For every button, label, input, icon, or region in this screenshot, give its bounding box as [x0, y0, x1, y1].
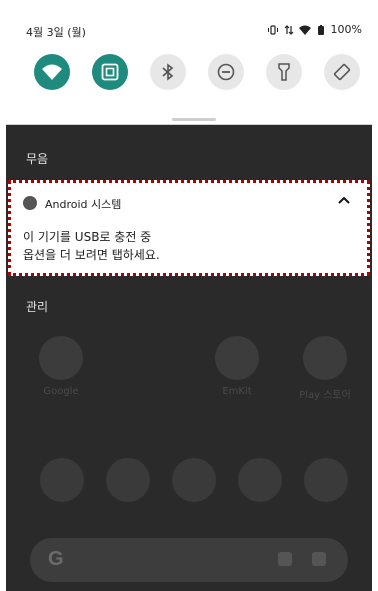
panel-drag-handle[interactable] [172, 118, 216, 121]
notification-text: 옵션을 더 보려면 탭하세요. [23, 248, 160, 262]
nfc-icon [101, 63, 119, 81]
status-icons: 100% [267, 23, 362, 36]
section-manage-label: 관리 [26, 300, 49, 314]
tile-dnd[interactable] [208, 54, 244, 90]
app-label: Play 스토어 [299, 390, 351, 401]
vibrate-icon [267, 24, 278, 35]
notification-title: 이 기기를 USB로 충전 중 [23, 230, 152, 244]
usb-charging-notification[interactable]: Android 시스템 이 기기를 USB로 충전 중 옵션을 더 보려면 탭하… [8, 180, 370, 276]
android-system-icon [23, 196, 37, 210]
google-folder-icon [39, 336, 83, 380]
data-arrows-icon [284, 24, 293, 35]
app-emkit[interactable]: EmKit [202, 336, 272, 397]
tile-auto-rotate[interactable] [324, 54, 360, 90]
quick-settings-panel: 4월 3일 (월) 100% [6, 6, 372, 125]
emkit-icon [215, 336, 259, 380]
chevron-up-icon[interactable] [337, 195, 351, 205]
app-play-store[interactable]: Play 스토어 [290, 336, 360, 401]
tile-flashlight[interactable] [266, 54, 302, 90]
chrome-icon[interactable] [304, 458, 348, 502]
screen: 4월 3일 (월) 100% 무음 Android 시스템 이 기기를 USB로… [6, 6, 372, 591]
messages-icon[interactable] [106, 458, 150, 502]
contacts-icon[interactable] [238, 458, 282, 502]
status-date: 4월 3일 (월) [26, 26, 86, 39]
google-g-icon: G [48, 548, 64, 570]
lens-icon[interactable] [312, 552, 326, 566]
rotate-icon [333, 63, 351, 81]
phone-icon[interactable] [40, 458, 84, 502]
quick-settings-tiles [34, 54, 360, 90]
app-google-folder[interactable]: Google [26, 336, 96, 397]
section-silent-label: 무음 [26, 152, 49, 166]
tile-wifi[interactable] [34, 54, 70, 90]
wifi-icon [298, 25, 311, 35]
battery-icon [317, 24, 324, 35]
calendar-icon[interactable] [172, 458, 216, 502]
app-label: EmKit [222, 386, 252, 397]
play-store-icon [303, 336, 347, 380]
notification-app-name: Android 시스템 [45, 198, 122, 211]
google-search-bar[interactable]: G [30, 538, 348, 582]
tile-nfc[interactable] [92, 54, 128, 90]
wifi-icon [42, 64, 62, 80]
bluetooth-icon [162, 63, 174, 81]
app-label: Google [43, 386, 79, 397]
tile-bluetooth[interactable] [150, 54, 186, 90]
dnd-icon [217, 63, 235, 81]
battery-level: 100% [330, 23, 362, 36]
mic-icon[interactable] [278, 552, 292, 566]
flashlight-icon [278, 63, 290, 81]
